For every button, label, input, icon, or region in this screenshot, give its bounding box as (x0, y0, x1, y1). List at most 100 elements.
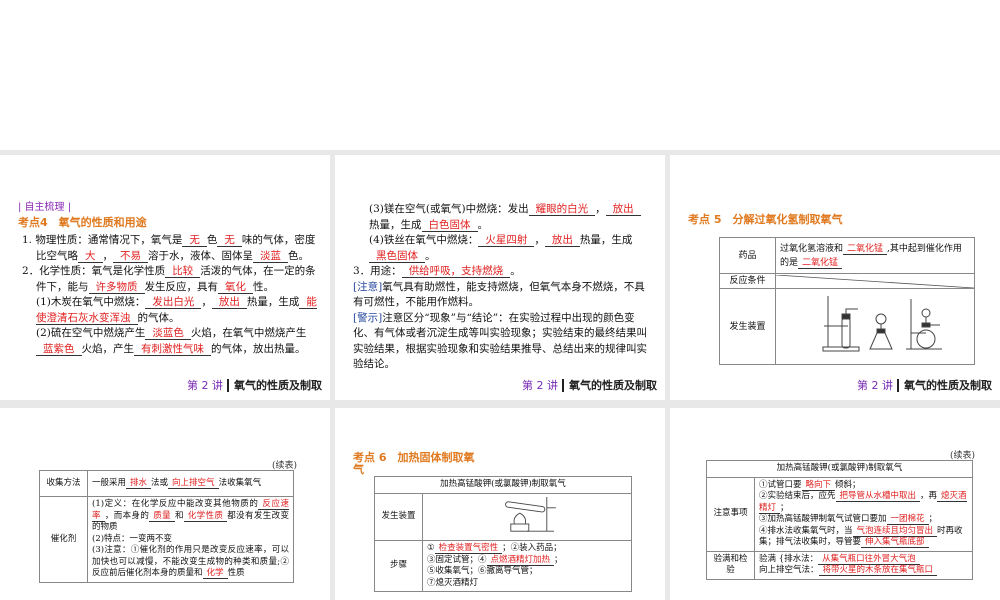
answer-blank: 白色固体 (421, 218, 478, 232)
text: 溶于水，液体、固体呈 (148, 249, 253, 262)
text: ， (595, 203, 606, 215)
text: 验满 {排水法： (759, 553, 819, 564)
lecture-title: 氧气的性质及制取 (562, 379, 657, 392)
cell-catalyst: (1)定义：在化学反应中能改变其他物质的 反应速率 ，而本身的 质量和化学性质 都没有发… (87, 496, 294, 583)
apparatus-illustration (822, 296, 942, 352)
text: ，再 (920, 491, 938, 501)
answer-blank: 点燃酒精灯加热 (486, 554, 555, 566)
slide-footer: 第 2 讲氧气的性质及制取 (522, 377, 657, 393)
answer-blank: 无 (217, 234, 242, 247)
answer-blank: 将带火星的木条放在集气瓶口 (818, 565, 938, 576)
answer-blank: 向上排空气 (168, 477, 219, 489)
answer-blank: 许多物质 (88, 280, 145, 294)
paragraph-chemical: 2．化学性质：氧气是化学性质 比较 活泼的气体，在一定的条件下，能与 许多物质 发生反应… (22, 264, 318, 295)
answer-blank: 氧化 (218, 280, 253, 294)
precautions-table: 加热高锰酸钾(或氯酸钾)制取氧气 注意事项 ①试管口要 略向下 倾斜； ②实验结束后，应… (706, 460, 973, 580)
paragraph-physical: 1. 物理性质：通常情况下，氧气是无色无味的气体，密度比空气略大，不易 溶于水，液… (22, 233, 318, 264)
note-label: [注意] (353, 280, 383, 293)
text: 。 (510, 265, 521, 277)
answer-blank: 不易 (113, 249, 148, 263)
row-header-apparatus: 发生装置 (374, 492, 423, 541)
text: ；②装入药品； (502, 543, 562, 553)
paragraph-uses: 3．用途： 供给呼吸，支持燃烧。 (353, 264, 649, 280)
answer-blank: 一团棉花 (886, 514, 929, 525)
row-header-precautions: 注意事项 (706, 476, 755, 552)
answer-blank: 二氧化锰 (798, 257, 843, 269)
text: 倾斜； (835, 479, 861, 490)
cell-reagents: 过氧化氢溶液和 二氧化锰 ,其中起到催化作用的是 二氧化锰 (775, 237, 975, 274)
slide-footer: 第 2 讲氧气的性质及制取 (857, 377, 992, 393)
answer-blank: 伸入集气瓶底部 (861, 537, 929, 548)
text: 色。 (288, 249, 309, 262)
apparatus-figure (422, 492, 632, 541)
text: 火焰，在氧气中燃烧产生 (190, 327, 307, 339)
paragraph-sulfur: (2)硫在空气中燃烧产生 淡蓝色 火焰，在氧气中燃烧产生蓝紫色 火焰，产生 有刺激性气味… (22, 326, 318, 357)
slide-collection-catalyst[interactable]: (续表) 收集方法 一般采用 排水 法或 向上排空气 法收集氧气 催化剂 (1)定义：在化学… (0, 408, 330, 600)
collection-table: 收集方法 一般采用 排水 法或 向上排空气 法收集氧气 催化剂 (1)定义：在化学反应中能改… (39, 470, 294, 583)
row-header-reagents: 药品 (719, 237, 776, 274)
answer-blank: 把导管从水槽中取出 (835, 491, 921, 502)
heating-apparatus-illustration (505, 496, 556, 532)
text: 热量，生成 (579, 234, 633, 246)
section-tag: | 自主梳理 | (18, 202, 72, 213)
answer-blank: 放出 (211, 296, 247, 309)
text: 热量，生成 (246, 296, 300, 308)
answer-blank: 化学 (202, 568, 228, 579)
lecture-title: 氧气的性质及制取 (897, 379, 992, 392)
answer-blank: 检查装置气密性 (434, 543, 503, 554)
slide-footer: 第 2 讲氧气的性质及制取 (187, 377, 322, 393)
text: ， (534, 234, 545, 246)
lecture-number: 第 2 讲 (522, 379, 558, 392)
text: 的气体，放出热量。 (211, 342, 306, 355)
text: ③固定试管；④ (427, 554, 487, 565)
text: 。 (477, 218, 489, 231)
row-header-steps: 步骤 (374, 540, 423, 592)
slide-heating-precautions[interactable]: (续表) 加热高锰酸钾(或氯酸钾)制取氧气 注意事项 ①试管口要 略向下 倾斜； ②实验… (670, 408, 1000, 600)
content: 1. 物理性质：通常情况下，氧气是无色无味的气体，密度比空气略大，不易 溶于水，液… (22, 233, 318, 357)
lecture-number: 第 2 讲 (187, 379, 223, 392)
text: ； (554, 554, 563, 565)
slide-h2o2-method[interactable]: 考点 5 分解过氧化氢制取氧气 药品 过氧化氢溶液和 二氧化锰 ,其中起到催化作用的是… (670, 155, 1000, 400)
slide-heating-solid[interactable]: 考点 6 加热固体制取氧气 加热高锰酸钾(或氯酸钾)制取氧气 发生装置 步骤 ① 检… (335, 408, 665, 600)
text: (1)木炭在氧气中燃烧： (36, 296, 146, 308)
row-header-test: 验满和检验 (706, 550, 755, 580)
answer-blank: 放出 (544, 234, 580, 247)
slide-oxygen-properties[interactable]: | 自主梳理 | 考点4 氧气的性质和用途 1. 物理性质：通常情况下，氧气是无… (0, 155, 330, 400)
paragraph-magnesium: (3)镁在空气(或氧气)中燃烧：发出 耀眼的白光，放出热量，生成 白色固体。 (353, 202, 649, 233)
text: ； (928, 514, 938, 524)
text: (1)定义：在化学反应中能改变其他物质的 (92, 499, 259, 509)
paragraph-charcoal: (1)木炭在氧气中燃烧： 发出白光，放出 热量，生成 能使澄清石灰水变浑浊 的气体。 (22, 295, 318, 326)
h2o2-table: 药品 过氧化氢溶液和 二氧化锰 ,其中起到催化作用的是 二氧化锰 反应条件 发生装置 (719, 237, 975, 365)
slide-oxygen-properties-cont[interactable]: (3)镁在空气(或氧气)中燃烧：发出 耀眼的白光，放出热量，生成 白色固体。 (4)… (335, 155, 665, 400)
apparatus-figures (775, 288, 975, 365)
text: 注意区分“现象”与“结论”：在实验过程中出现的颜色变化、有气体或者沉淀生成等叫实… (353, 311, 647, 371)
answer-blank: 发出白光 (145, 296, 202, 309)
answer-blank: 略向下 (801, 479, 836, 491)
heating-table: 加热高锰酸钾(或氯酸钾)制取氧气 发生装置 步骤 ① 检查装置气密性 ；②装入药品； ③… (374, 476, 632, 592)
answer-blank: 放出 (605, 203, 641, 216)
row-header-apparatus: 发生装置 (719, 288, 776, 365)
text: 2．化学性质：氧气是化学性质 (22, 265, 166, 277)
text: 法或 (151, 477, 169, 488)
answer-blank: 气泡连续且均匀冒出 (852, 525, 938, 537)
text: 火焰，产生 (81, 342, 135, 355)
text: ③加热高锰酸钾制氧气试管口要加 (759, 514, 887, 524)
table-title: 加热高锰酸钾(或氯酸钾)制取氧气 (706, 460, 973, 478)
answer-blank: 化学性质 (183, 510, 228, 522)
text: 性。 (253, 280, 274, 293)
section-heading: 考点4 氧气的性质和用途 (18, 216, 147, 229)
paragraph-warning: [警示]注意区分“现象”与“结论”：在实验过程中出现的颜色变化、有气体或者沉淀生… (353, 311, 649, 373)
cell-conditions-none (775, 273, 975, 289)
answer-blank: 二氧化锰 (843, 243, 888, 255)
answer-blank: 无 (182, 234, 207, 247)
answer-blank: 火星四射 (478, 234, 535, 247)
cell-collection: 一般采用 排水 法或 向上排空气 法收集氧气 (87, 470, 294, 497)
text: ， (201, 296, 212, 308)
text: ⑦熄灭酒精灯 (427, 577, 479, 588)
answer-blank: 淡蓝色 (145, 327, 191, 340)
cell-precautions: ①试管口要 略向下 倾斜； ②实验结束后，应先 把导管从水槽中取出 ，再 熄灭酒精灯； ③加热… (754, 476, 973, 552)
row-header-conditions: 反应条件 (719, 273, 776, 289)
text: ； (780, 502, 789, 513)
section-heading: 考点 5 分解过氧化氢制取氧气 (688, 213, 843, 226)
text: (2)特点：一变两不变 (92, 533, 173, 544)
